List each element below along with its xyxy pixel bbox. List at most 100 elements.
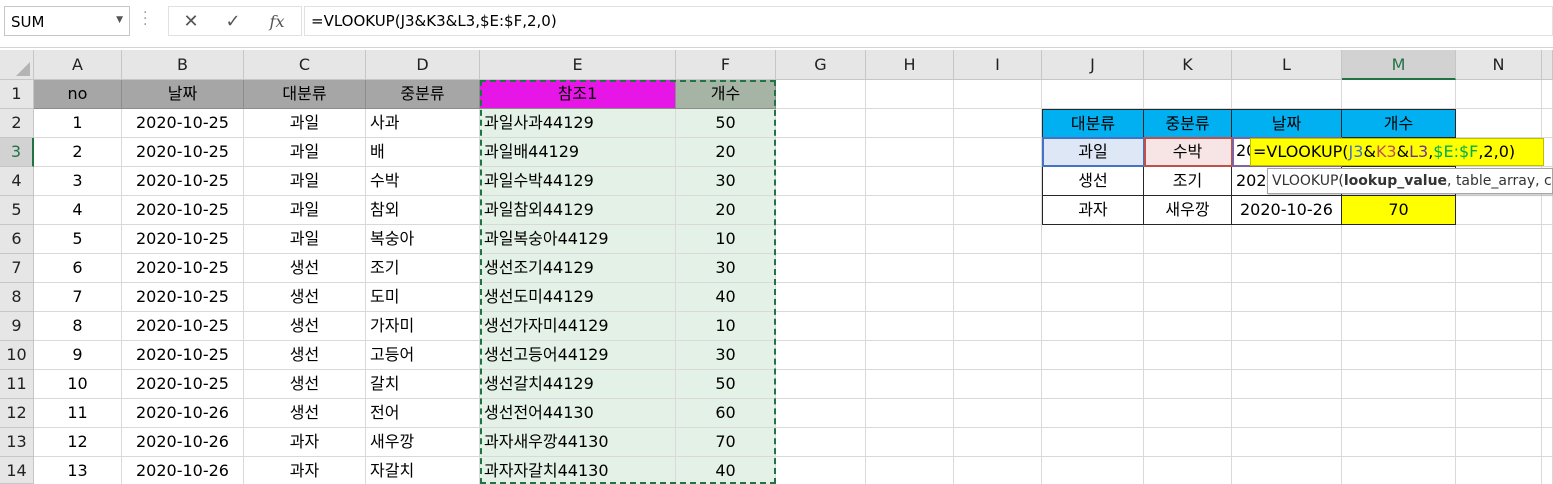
empty-cell[interactable]	[1456, 399, 1542, 428]
cell-category[interactable]: 과일	[244, 225, 366, 254]
lookup-header-subcategory[interactable]: 중분류	[1144, 109, 1232, 138]
cell-no[interactable]: 5	[34, 225, 122, 254]
empty-cell[interactable]	[1144, 428, 1232, 457]
cell-date[interactable]: 2020-10-26	[122, 428, 244, 457]
empty-cell[interactable]	[1144, 283, 1232, 312]
empty-cell[interactable]	[866, 428, 954, 457]
lookup-cell-j3[interactable]: 과일	[1042, 138, 1144, 167]
empty-cell[interactable]	[1342, 399, 1456, 428]
empty-cell[interactable]	[776, 341, 866, 370]
cell-date[interactable]: 2020-10-25	[122, 167, 244, 196]
cell-no[interactable]: 11	[34, 399, 122, 428]
empty-cell[interactable]	[1456, 80, 1542, 109]
empty-cell[interactable]	[1232, 341, 1342, 370]
lookup-cell-j5[interactable]: 과자	[1042, 196, 1144, 225]
cell-reference[interactable]: 생선고등어44129	[480, 341, 676, 370]
empty-cell[interactable]	[1144, 254, 1232, 283]
column-header-b[interactable]: B	[122, 50, 244, 80]
cell-reference[interactable]: 생선조기44129	[480, 254, 676, 283]
empty-cell[interactable]	[1456, 428, 1542, 457]
cell-date[interactable]: 2020-10-26	[122, 457, 244, 484]
chevron-down-icon[interactable]: ▼	[116, 15, 123, 25]
empty-cell[interactable]	[1232, 254, 1342, 283]
column-header-f[interactable]: F	[676, 50, 776, 80]
empty-cell[interactable]	[1456, 370, 1542, 399]
empty-cell[interactable]	[1456, 283, 1542, 312]
empty-cell[interactable]	[1144, 370, 1232, 399]
cell-category[interactable]: 생선	[244, 254, 366, 283]
cell-date[interactable]: 2020-10-25	[122, 138, 244, 167]
cell-subcategory[interactable]: 참외	[366, 196, 480, 225]
empty-cell[interactable]	[1144, 80, 1232, 109]
lookup-cell-l5[interactable]: 2020-10-26	[1232, 196, 1342, 225]
empty-cell[interactable]	[954, 80, 1042, 109]
cell-date[interactable]: 2020-10-26	[122, 399, 244, 428]
cell-category[interactable]: 생선	[244, 312, 366, 341]
empty-cell[interactable]	[1542, 109, 1553, 138]
cell-count[interactable]: 10	[676, 312, 776, 341]
column-header-l[interactable]: L	[1232, 50, 1342, 80]
column-header-c[interactable]: C	[244, 50, 366, 80]
empty-cell[interactable]	[954, 254, 1042, 283]
cell-no[interactable]: 10	[34, 370, 122, 399]
empty-cell[interactable]	[954, 341, 1042, 370]
cell-date[interactable]: 2020-10-25	[122, 225, 244, 254]
header-no[interactable]: no	[34, 80, 122, 109]
cell-count[interactable]: 50	[676, 109, 776, 138]
cell-subcategory[interactable]: 복숭아	[366, 225, 480, 254]
drag-handle-icon[interactable]: · · ·	[143, 6, 149, 32]
cell-date[interactable]: 2020-10-25	[122, 254, 244, 283]
cell-category[interactable]: 과일	[244, 196, 366, 225]
cell-subcategory[interactable]: 사과	[366, 109, 480, 138]
row-header-10[interactable]: 10	[0, 341, 34, 370]
cell-date[interactable]: 2020-10-25	[122, 109, 244, 138]
tooltip-arg-lookup-value[interactable]: lookup_value	[1344, 173, 1447, 189]
empty-cell[interactable]	[1144, 225, 1232, 254]
empty-cell[interactable]	[866, 225, 954, 254]
cell-subcategory[interactable]: 전어	[366, 399, 480, 428]
cell-reference[interactable]: 과일참외44129	[480, 196, 676, 225]
empty-cell[interactable]	[866, 80, 954, 109]
cell-reference[interactable]: 과자새우깡44130	[480, 428, 676, 457]
empty-cell[interactable]	[1342, 225, 1456, 254]
insert-function-icon[interactable]: fx	[257, 7, 297, 37]
empty-cell[interactable]	[1456, 457, 1542, 484]
cell-date[interactable]: 2020-10-25	[122, 196, 244, 225]
formula-input[interactable]: =VLOOKUP(J3&K3&L3,$E:$F,2,0)	[304, 6, 1553, 36]
empty-cell[interactable]	[1144, 457, 1232, 484]
empty-cell[interactable]	[1456, 196, 1542, 225]
empty-cell[interactable]	[776, 283, 866, 312]
empty-cell[interactable]	[1042, 399, 1144, 428]
empty-cell[interactable]	[1144, 312, 1232, 341]
cell-category[interactable]: 과자	[244, 428, 366, 457]
row-header-13[interactable]: 13	[0, 428, 34, 457]
empty-cell[interactable]	[1342, 370, 1456, 399]
column-header-e[interactable]: E	[480, 50, 676, 80]
cell-count[interactable]: 40	[676, 283, 776, 312]
cell-date[interactable]: 2020-10-25	[122, 283, 244, 312]
cell-count[interactable]: 10	[676, 225, 776, 254]
row-header-6[interactable]: 6	[0, 225, 34, 254]
header-category[interactable]: 대분류	[244, 80, 366, 109]
cell-count[interactable]: 20	[676, 138, 776, 167]
lookup-cell-m5[interactable]: 70	[1342, 196, 1456, 225]
empty-cell[interactable]	[1042, 283, 1144, 312]
name-box[interactable]: SUM ▼	[4, 6, 130, 36]
empty-cell[interactable]	[1542, 225, 1553, 254]
empty-cell[interactable]	[954, 428, 1042, 457]
row-header-12[interactable]: 12	[0, 399, 34, 428]
empty-cell[interactable]	[776, 167, 866, 196]
cell-subcategory[interactable]: 갈치	[366, 370, 480, 399]
empty-cell[interactable]	[1542, 457, 1553, 484]
cell-reference[interactable]: 과일복숭아44129	[480, 225, 676, 254]
empty-cell[interactable]	[776, 80, 866, 109]
empty-cell[interactable]	[1456, 312, 1542, 341]
function-tooltip[interactable]: VLOOKUP(lookup_value, table_array, col_	[1267, 168, 1553, 194]
empty-cell[interactable]	[1456, 341, 1542, 370]
cell-subcategory[interactable]: 수박	[366, 167, 480, 196]
lookup-cell-k3[interactable]: 수박	[1144, 138, 1232, 167]
empty-cell[interactable]	[1042, 225, 1144, 254]
empty-cell[interactable]	[1342, 254, 1456, 283]
empty-cell[interactable]	[866, 254, 954, 283]
cell-reference[interactable]: 생선전어44130	[480, 399, 676, 428]
